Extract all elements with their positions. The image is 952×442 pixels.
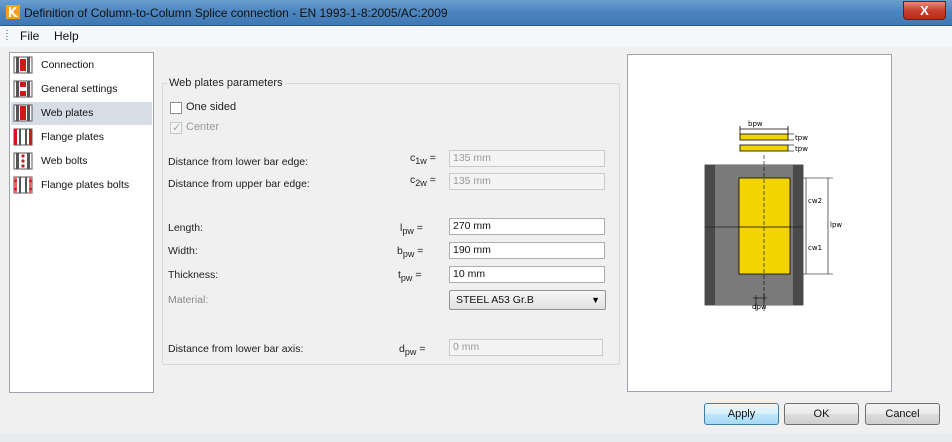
sidebar-item-label: Web bolts (41, 155, 88, 167)
menu-help[interactable]: Help (54, 29, 79, 43)
width-input[interactable]: 190 mm (449, 242, 605, 259)
dpw-symbol: dpw = (399, 343, 426, 358)
web-plate-diagram: bpw tpw tpw cw2 cw1 lpw dpw (704, 120, 842, 311)
sidebar-item-label: Flange plates bolts (41, 179, 130, 191)
checkmark-icon: ✓ (172, 122, 182, 134)
one-sided-checkbox[interactable] (170, 102, 182, 114)
sidebar-item-connection[interactable]: Connection (11, 54, 152, 77)
c1w-symbol: c1w = (410, 152, 436, 167)
window-title: Definition of Column-to-Column Splice co… (24, 6, 448, 20)
upper-bar-edge-label: Distance from upper bar edge: (168, 178, 310, 190)
lower-bar-axis-label: Distance from lower bar axis: (168, 343, 304, 355)
cancel-button[interactable]: Cancel (865, 403, 940, 425)
dim-label-lpw: lpw (830, 221, 842, 229)
plate-top-view-2 (739, 144, 789, 152)
sidebar-item-web-bolts[interactable]: Web bolts (11, 150, 152, 173)
group-title: Web plates parameters (167, 77, 285, 89)
length-input[interactable]: 270 mm (449, 218, 605, 235)
sidebar-item-flange-plates-bolts[interactable]: Flange plates bolts (11, 174, 152, 197)
bpw-symbol: bpw = (397, 245, 424, 260)
material-value: STEEL A53 Gr.B (456, 294, 534, 306)
sidebar-item-label: Connection (41, 59, 95, 71)
length-label: Length: (168, 222, 204, 234)
menu-file[interactable]: File (20, 29, 39, 43)
tpw-symbol: tpw = (398, 269, 422, 284)
apply-button[interactable]: Apply (704, 403, 779, 425)
sidebar-item-label: Web plates (41, 107, 94, 119)
web-plates-icon (13, 104, 33, 122)
sidebar-item-label: General settings (41, 83, 118, 95)
sidebar: Connection General settings Web plates F… (9, 52, 154, 393)
c2w-symbol: c2w = (410, 174, 436, 189)
lpw-symbol: lpw = (400, 222, 423, 237)
status-bar (0, 433, 952, 442)
material-select[interactable]: STEEL A53 Gr.B ▼ (449, 290, 606, 310)
sidebar-item-flange-plates[interactable]: Flange plates (11, 126, 152, 149)
menu-grip (6, 30, 8, 42)
flange-plates-bolts-icon (13, 176, 33, 194)
dim-label-dpw: dpw (752, 303, 767, 311)
dim-label-tpw-1: tpw (795, 134, 808, 142)
dim-label-cw1: cw1 (808, 244, 822, 252)
flange-plates-icon (13, 128, 33, 146)
dim-label-bpw: bpw (748, 120, 763, 128)
sidebar-item-web-plates[interactable]: Web plates (11, 102, 152, 125)
close-button[interactable]: X (903, 1, 946, 20)
ok-button[interactable]: OK (784, 403, 859, 425)
thickness-input[interactable]: 10 mm (449, 266, 605, 283)
web-bolts-icon (13, 152, 33, 170)
title-bar: Definition of Column-to-Column Splice co… (0, 0, 952, 26)
c1w-input[interactable]: 135 mm (449, 150, 605, 167)
c2w-input[interactable]: 135 mm (449, 173, 605, 190)
dim-label-tpw-2: tpw (795, 145, 808, 153)
app-logo-icon (6, 5, 20, 19)
plate-top-view-1 (739, 133, 789, 141)
one-sided-label: One sided (186, 101, 237, 113)
thickness-label: Thickness: (168, 269, 219, 281)
material-label: Material: (168, 294, 209, 306)
web-plate (738, 177, 791, 275)
connection-preview: bpw tpw tpw cw2 cw1 lpw dpw (627, 54, 892, 392)
connection-icon (13, 56, 33, 74)
menu-bar: File Help (0, 26, 952, 47)
dpw-input[interactable]: 0 mm (449, 339, 603, 356)
width-label: Width: (168, 245, 198, 257)
center-label: Center (186, 121, 220, 133)
dim-label-cw2: cw2 (808, 197, 822, 205)
center-checkbox[interactable]: ✓ (170, 122, 182, 134)
lower-bar-edge-label: Distance from lower bar edge: (168, 156, 309, 168)
general-settings-icon (13, 80, 33, 98)
chevron-down-icon: ▼ (591, 295, 600, 305)
sidebar-item-label: Flange plates (41, 131, 105, 143)
sidebar-item-general-settings[interactable]: General settings (11, 78, 152, 101)
